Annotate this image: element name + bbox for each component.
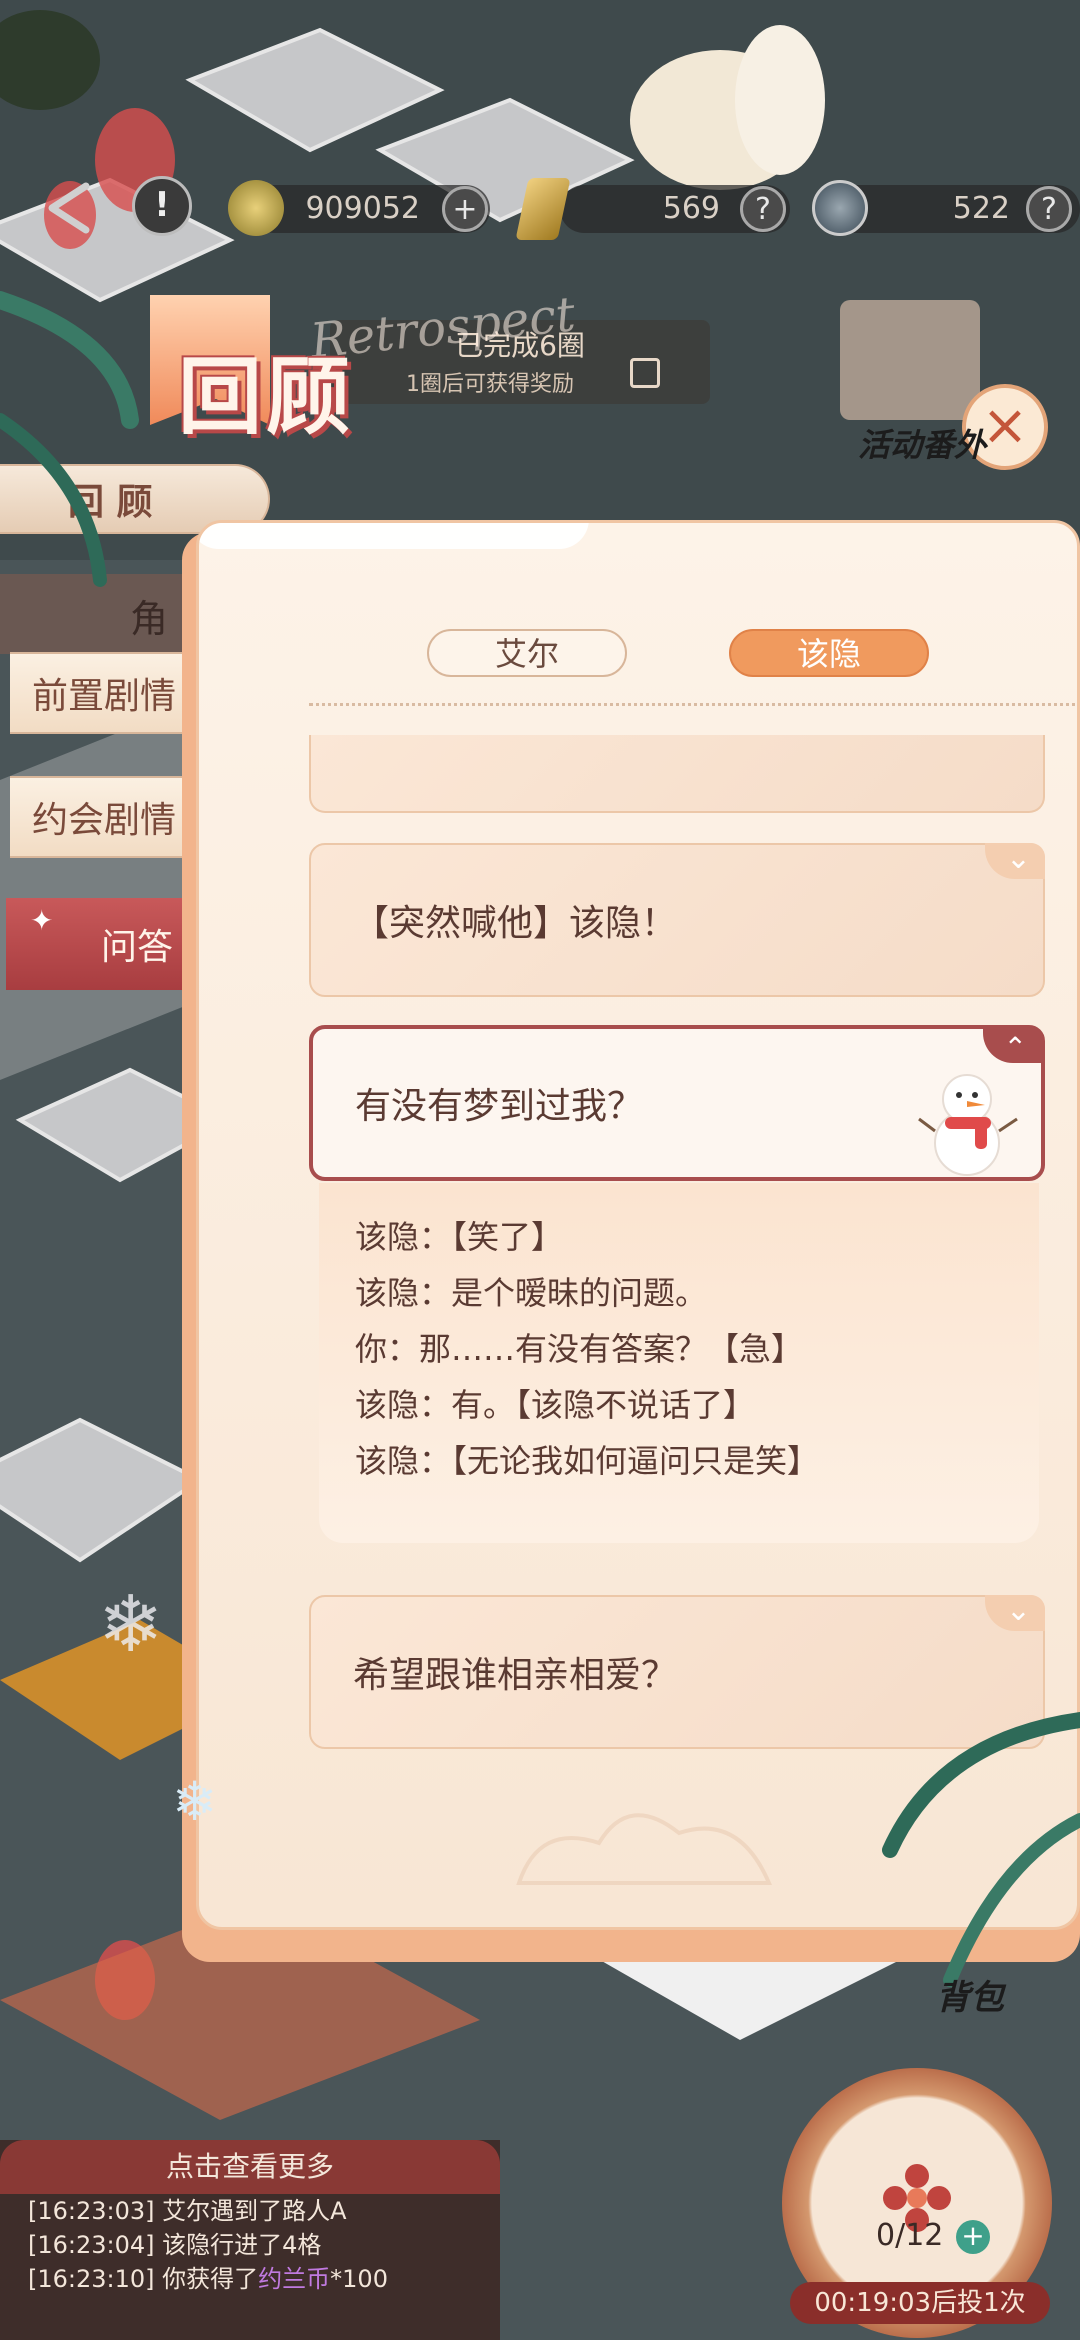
energy-icon bbox=[812, 180, 868, 236]
chevron-up-icon: ⌃ bbox=[1003, 1031, 1027, 1064]
log-suffix: *100 bbox=[330, 2265, 388, 2293]
bag-label[interactable]: 背包 bbox=[936, 1970, 1004, 2019]
answer-line-5: 该隐：【无论我如何逼问只是笑】 bbox=[355, 1442, 820, 1480]
log-header[interactable]: 点击查看更多 bbox=[0, 2140, 500, 2194]
qa-card-3-text: 希望跟谁相亲相爱？ bbox=[353, 1655, 678, 1696]
side-item-qa-label: 问答 bbox=[101, 927, 174, 968]
back-arrow-icon bbox=[48, 182, 90, 234]
answer-line-1: 该隐：【笑了】 bbox=[355, 1218, 564, 1256]
reward-hint: 1圈后可获得奖励 bbox=[406, 372, 574, 397]
snow-decoration bbox=[199, 523, 589, 549]
log-entry: [16:23:03] 艾尔遇到了路人A bbox=[0, 2194, 500, 2228]
log-time: [16:23:10] bbox=[28, 2265, 155, 2293]
gem-help-button[interactable]: ? bbox=[740, 186, 786, 232]
answer-block: 该隐：【笑了】 该隐：是个暧昧的问题。 你：那……有没有答案？【急】 该隐：有。… bbox=[319, 1183, 1039, 1543]
coin-value: 909052 bbox=[305, 191, 420, 226]
log-text: 该隐行进了4格 bbox=[162, 2231, 322, 2259]
gift-icon[interactable] bbox=[630, 358, 660, 388]
plus-icon: + bbox=[961, 2219, 985, 2252]
chevron-down-icon: ⌄ bbox=[1005, 841, 1031, 876]
dice-timer-text: 00:19:03后投1次 bbox=[814, 2288, 1026, 2318]
log-highlight: 约兰币 bbox=[258, 2265, 331, 2293]
qa-card-1[interactable]: 【突然喊他】该隐！ ⌄ bbox=[309, 841, 1045, 997]
tab-divider bbox=[309, 703, 1077, 706]
log-entry: [16:23:04] 该隐行进了4格 bbox=[0, 2228, 500, 2262]
snowman-icon bbox=[918, 1074, 1018, 1176]
side-item-prologue[interactable]: 前置剧情 bbox=[10, 652, 200, 734]
qa-card-2[interactable]: 有没有梦到过我？ ⌃ bbox=[309, 1025, 1045, 1181]
chevron-down-icon: ⌄ bbox=[1005, 1593, 1031, 1628]
log-text: 艾尔遇到了路人A bbox=[162, 2197, 347, 2225]
dice-timer: 00:19:03后投1次 bbox=[790, 2282, 1050, 2324]
event-log[interactable]: 点击查看更多 [16:23:03] 艾尔遇到了路人A [16:23:04] 该隐… bbox=[0, 2140, 500, 2340]
dice-count: 0/12 bbox=[876, 2218, 944, 2253]
log-entry: [16:23:10] 你获得了约兰币*100 bbox=[0, 2262, 500, 2296]
tab-aier[interactable]: 艾尔 bbox=[427, 629, 627, 677]
leaf-decoration bbox=[0, 291, 139, 587]
log-header-text: 点击查看更多 bbox=[165, 2150, 334, 2183]
log-time: [16:23:03] bbox=[28, 2197, 155, 2225]
side-item-date[interactable]: 约会剧情 bbox=[10, 776, 200, 858]
leaf-decoration bbox=[882, 1712, 1080, 1987]
answer-line-4: 该隐：有。【该隐不说话了】 bbox=[355, 1386, 756, 1424]
snowflake-icon: ❄ bbox=[172, 1770, 218, 1833]
qa-card-2-text: 有没有梦到过我？ bbox=[355, 1086, 644, 1127]
log-time: [16:23:04] bbox=[28, 2231, 155, 2259]
back-button[interactable] bbox=[42, 178, 114, 238]
snowflake-icon: ❄ bbox=[98, 1580, 164, 1670]
answer-line-2: 该隐：是个暧昧的问题。 bbox=[355, 1274, 708, 1312]
qa-card-partial[interactable] bbox=[309, 735, 1045, 813]
gem-value: 569 bbox=[662, 191, 720, 226]
alert-icon[interactable]: ! bbox=[132, 176, 192, 236]
qa-card-1-text: 【突然喊他】该隐！ bbox=[353, 903, 678, 944]
energy-value: 522 bbox=[952, 191, 1010, 226]
sparkle-icon: ✦ bbox=[30, 904, 54, 937]
add-coin-button[interactable]: + bbox=[442, 186, 488, 232]
activity-label[interactable]: 活动番外 bbox=[858, 420, 986, 466]
answer-line-3: 你：那……有没有答案？【急】 bbox=[355, 1330, 804, 1368]
add-dice-button[interactable]: + bbox=[956, 2220, 990, 2254]
coin-icon bbox=[228, 180, 284, 236]
energy-help-button[interactable]: ? bbox=[1026, 186, 1072, 232]
cloud-decoration bbox=[516, 1813, 773, 1885]
tab-gaiyin[interactable]: 该隐 bbox=[729, 629, 929, 677]
log-text: 你获得了 bbox=[162, 2265, 259, 2293]
